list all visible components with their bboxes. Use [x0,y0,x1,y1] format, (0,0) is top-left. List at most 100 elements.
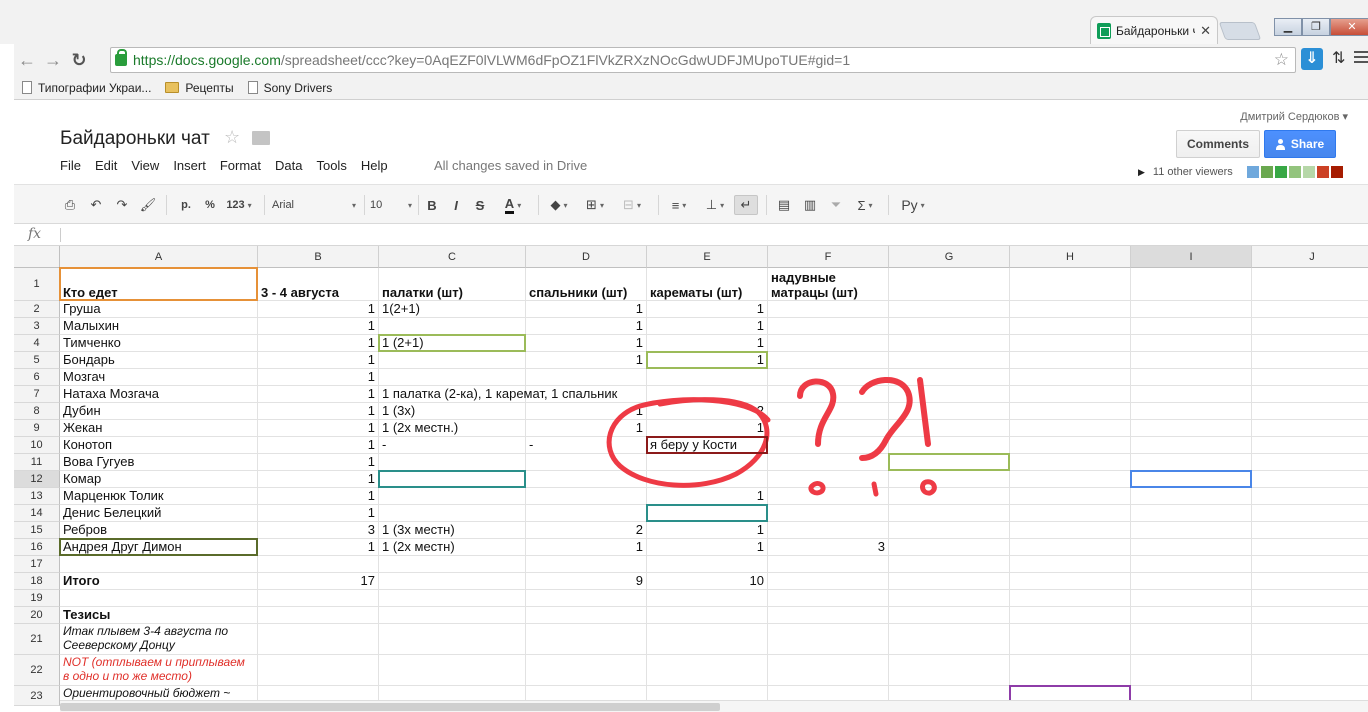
cell-b1[interactable]: 3 - 4 августа [258,268,379,301]
cell-a22[interactable]: NOT (отплываем и приплываем в одно и то … [60,655,258,686]
cell-i10[interactable] [1131,437,1252,454]
cell-j9[interactable] [1252,420,1368,437]
cell-h3[interactable] [1010,318,1131,335]
cell-c13[interactable] [379,488,526,505]
cell-e2[interactable]: 1 [647,301,768,318]
extension-icon[interactable]: ⇅ [1332,48,1345,68]
cell-f6[interactable] [768,369,889,386]
text-color-button[interactable]: A ▾ [498,195,528,215]
insert-comment-icon[interactable]: ▤ [774,195,794,215]
cell-f8[interactable] [768,403,889,420]
cell-c20[interactable] [379,607,526,624]
cell-b10[interactable]: 1 [258,437,379,454]
cell-e1[interactable]: карематы (шт) [647,268,768,301]
cell-e19[interactable] [647,590,768,607]
cell-i8[interactable] [1131,403,1252,420]
bookmark-item[interactable]: Sony Drivers [247,81,332,95]
cell-d4[interactable]: 1 [526,335,647,352]
cell-i6[interactable] [1131,369,1252,386]
cell-e14[interactable] [647,505,768,522]
row-header-17[interactable]: 17 [14,556,60,573]
cell-d13[interactable] [526,488,647,505]
cell-g21[interactable] [889,624,1010,655]
cell-g8[interactable] [889,403,1010,420]
cell-i13[interactable] [1131,488,1252,505]
cell-e17[interactable] [647,556,768,573]
cell-a8[interactable]: Дубин [60,403,258,420]
cell-c21[interactable] [379,624,526,655]
cell-j14[interactable] [1252,505,1368,522]
cell-e7[interactable] [647,386,768,403]
cell-i14[interactable] [1131,505,1252,522]
select-all-corner[interactable] [14,246,60,268]
address-bar[interactable]: https://docs.google.com /spreadsheet/ccc… [110,47,1296,73]
cell-d9[interactable]: 1 [526,420,647,437]
cell-i18[interactable] [1131,573,1252,590]
cell-e20[interactable] [647,607,768,624]
cell-j22[interactable] [1252,655,1368,686]
cell-a3[interactable]: Малыхин [60,318,258,335]
menu-help[interactable]: Help [361,158,388,173]
undo-icon[interactable]: ↶ [86,195,106,215]
cell-e3[interactable]: 1 [647,318,768,335]
bold-button[interactable]: B [424,195,440,215]
share-button[interactable]: Share [1264,130,1336,158]
cell-g22[interactable] [889,655,1010,686]
cell-h19[interactable] [1010,590,1131,607]
cell-h10[interactable] [1010,437,1131,454]
cell-d5[interactable]: 1 [526,352,647,369]
merge-cells-icon[interactable]: ⊟ ▾ [614,195,650,215]
column-header-e[interactable]: E [647,246,768,268]
cell-b19[interactable] [258,590,379,607]
italic-button[interactable]: I [448,195,464,215]
column-header-g[interactable]: G [889,246,1010,268]
cell-j10[interactable] [1252,437,1368,454]
print-icon[interactable]: ⎙ [60,195,80,215]
cell-d19[interactable] [526,590,647,607]
cell-a5[interactable]: Бондарь [60,352,258,369]
column-header-j[interactable]: J [1252,246,1368,268]
cell-j17[interactable] [1252,556,1368,573]
cell-a20[interactable]: Тезисы [60,607,258,624]
cell-a7[interactable]: Натаха Мозгача [60,386,258,403]
cell-i19[interactable] [1131,590,1252,607]
cell-h7[interactable] [1010,386,1131,403]
cell-h11[interactable] [1010,454,1131,471]
menu-view[interactable]: View [131,158,159,173]
menu-insert[interactable]: Insert [173,158,206,173]
cell-c6[interactable] [379,369,526,386]
cell-h1[interactable] [1010,268,1131,301]
cell-b16[interactable]: 1 [258,539,379,556]
row-header-23[interactable]: 23 [14,686,60,706]
cell-d15[interactable]: 2 [526,522,647,539]
cell-a21[interactable]: Итак плывем 3-4 августа по Сееверскому Д… [60,624,258,655]
cell-j18[interactable] [1252,573,1368,590]
functions-icon[interactable]: Σ ▾ [850,195,880,215]
cell-j15[interactable] [1252,522,1368,539]
cell-d10[interactable]: - [526,437,647,454]
forward-icon[interactable]: → [40,47,66,73]
cell-f18[interactable] [768,573,889,590]
vertical-align-icon[interactable]: ⊥ ▾ [700,195,730,215]
cell-c2[interactable]: 1(2+1) [379,301,526,318]
cell-h4[interactable] [1010,335,1131,352]
tab-close-icon[interactable]: ✕ [1200,23,1211,39]
cell-b7[interactable]: 1 [258,386,379,403]
cell-h16[interactable] [1010,539,1131,556]
cell-d18[interactable]: 9 [526,573,647,590]
cell-j20[interactable] [1252,607,1368,624]
cell-c9[interactable]: 1 (2х местн.) [379,420,526,437]
cell-d3[interactable]: 1 [526,318,647,335]
cell-d14[interactable] [526,505,647,522]
cell-a12[interactable]: Комар [60,471,258,488]
cell-h8[interactable] [1010,403,1131,420]
cell-a14[interactable]: Денис Белецкий [60,505,258,522]
row-header-21[interactable]: 21 [14,624,60,655]
cell-e15[interactable]: 1 [647,522,768,539]
cell-d8[interactable]: 1 [526,403,647,420]
cell-a17[interactable] [60,556,258,573]
row-header-4[interactable]: 4 [14,335,60,352]
cell-j3[interactable] [1252,318,1368,335]
row-header-13[interactable]: 13 [14,488,60,505]
cell-a1[interactable]: Кто едет [60,268,258,301]
